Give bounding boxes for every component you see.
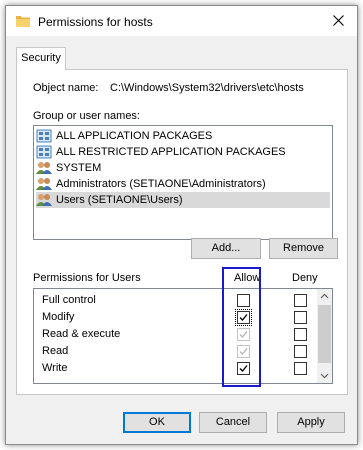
deny-checkbox-write[interactable] (294, 362, 307, 375)
scroll-thumb[interactable] (318, 305, 331, 363)
apply-button[interactable]: Apply (277, 412, 345, 433)
users-group-icon (36, 162, 52, 174)
security-tab-panel: Object name: C:\Windows\System32\drivers… (16, 69, 348, 395)
users-group-icon (36, 194, 52, 206)
tab-security[interactable]: Security (16, 47, 66, 70)
permission-row: Read & execute (34, 326, 316, 343)
ok-button[interactable]: OK (123, 412, 191, 433)
deny-checkbox-full-control[interactable] (294, 294, 307, 307)
permissions-scrollbar[interactable] (317, 289, 332, 383)
permission-row: Write (34, 360, 316, 377)
list-item-selected[interactable]: Users (SETIAONE\Users) (36, 192, 330, 208)
object-name-value: C:\Windows\System32\drivers\etc\hosts (110, 82, 304, 94)
remove-button[interactable]: Remove (269, 238, 338, 259)
package-group-icon (36, 145, 52, 159)
permissions-list: Full control Modify Read & execute Read (33, 288, 333, 384)
title-bar: Permissions for hosts (6, 6, 357, 36)
close-button[interactable] (321, 6, 357, 36)
deny-column-header: Deny (292, 272, 318, 284)
users-group-icon (36, 178, 52, 190)
deny-checkbox-modify[interactable] (294, 311, 307, 324)
add-button[interactable]: Add... (191, 238, 261, 259)
permissions-dialog: Permissions for hosts Security Object na… (5, 5, 358, 445)
allow-column-highlight (222, 267, 261, 387)
package-group-icon (36, 129, 52, 143)
window-title: Permissions for hosts (38, 15, 153, 29)
permission-row: Full control (34, 292, 316, 309)
permissions-header: Permissions for Users (33, 272, 141, 284)
group-list[interactable]: ALL APPLICATION PACKAGES ALL RESTRICTED … (33, 125, 333, 240)
deny-checkbox-read-execute[interactable] (294, 328, 307, 341)
cancel-button[interactable]: Cancel (199, 412, 267, 433)
permission-row: Modify (34, 309, 316, 326)
folder-icon (16, 16, 30, 27)
deny-checkbox-read[interactable] (294, 345, 307, 358)
permission-row: Read (34, 343, 316, 360)
scroll-down-icon[interactable] (317, 368, 332, 383)
scroll-up-icon[interactable] (317, 289, 332, 304)
group-names-label: Group or user names: (33, 110, 140, 122)
object-name-label: Object name: (33, 82, 99, 94)
close-icon (333, 15, 344, 26)
